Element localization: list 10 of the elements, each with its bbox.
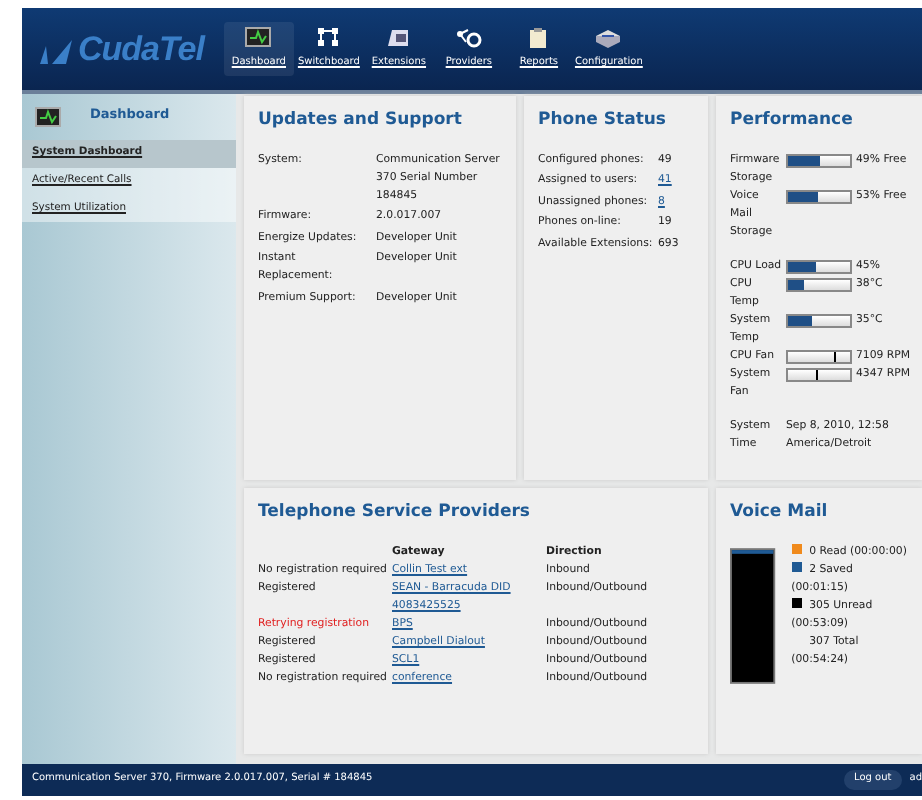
- panel-title: Updates and Support: [258, 108, 464, 134]
- monitor-icon: [244, 26, 273, 51]
- panel-title: Telephone Service Providers: [258, 500, 532, 526]
- grid-icon: [314, 26, 343, 51]
- nodes-icon: [454, 26, 483, 51]
- logo-text: CudaTel: [78, 27, 204, 72]
- panel-title: Voice Mail: [730, 500, 830, 526]
- panel-title: Phone Status: [538, 108, 668, 134]
- monitor-icon: [34, 106, 62, 128]
- panel-title: Performance: [730, 108, 855, 134]
